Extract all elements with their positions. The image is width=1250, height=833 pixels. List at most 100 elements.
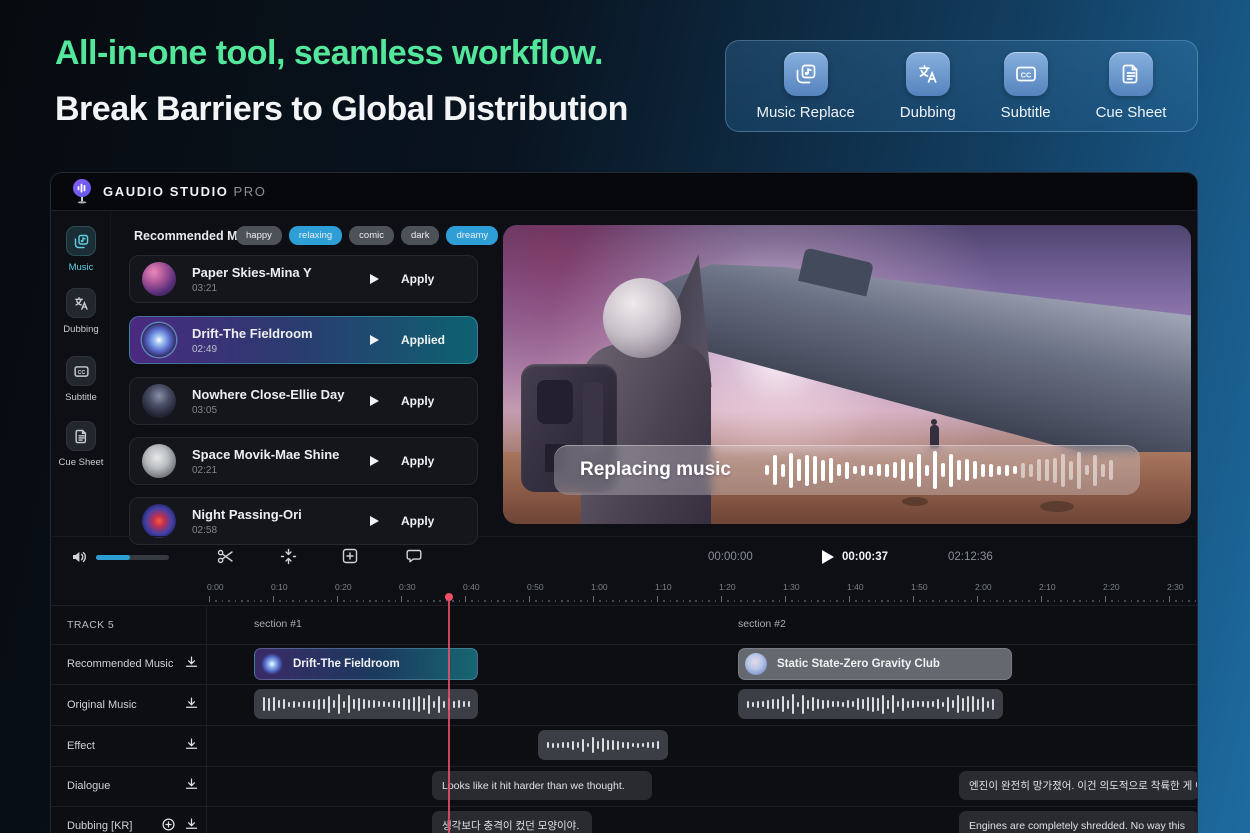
play-icon[interactable] xyxy=(370,396,379,406)
ruler-tick xyxy=(651,600,653,602)
clip-dubbing-1[interactable]: 생각보다 충격이 컸던 모양이야. xyxy=(432,811,592,833)
ruler-tick xyxy=(913,596,914,602)
sidebar-item-cue-sheet[interactable]: Cue Sheet xyxy=(51,421,111,468)
song-row[interactable]: Nowhere Close-Ellie Day 03:05 Apply xyxy=(129,377,478,425)
clip-dialogue-2[interactable]: 엔진이 완전히 망가졌어. 이건 의도적으로 착륙한 게 아 xyxy=(959,771,1198,800)
wave-bar xyxy=(288,702,290,707)
ruler-tick xyxy=(433,600,435,602)
wave-bar xyxy=(782,696,784,712)
sidebar-item-subtitle[interactable]: CC Subtitle xyxy=(51,356,111,403)
ruler-tick xyxy=(683,600,685,602)
ruler-tick xyxy=(823,600,825,602)
play-icon[interactable] xyxy=(370,516,379,526)
clip-original-music-1[interactable] xyxy=(254,689,478,719)
wave-bar xyxy=(957,460,961,480)
applied-button[interactable]: Applied xyxy=(401,333,453,347)
feature-dubbing[interactable]: Dubbing xyxy=(900,52,956,121)
download-icon[interactable] xyxy=(184,817,199,832)
wave-bar xyxy=(657,741,659,749)
feature-subtitle[interactable]: CC Subtitle xyxy=(1001,52,1051,121)
wave-bar xyxy=(932,701,934,707)
playhead-line xyxy=(448,598,450,833)
wave-bar xyxy=(343,701,345,708)
wave-bar xyxy=(837,464,841,476)
feature-cue-sheet[interactable]: Cue Sheet xyxy=(1096,52,1167,121)
cut-icon[interactable] xyxy=(216,547,235,566)
collapse-icon[interactable] xyxy=(279,547,298,566)
tag-happy[interactable]: happy xyxy=(236,226,282,245)
wave-bar xyxy=(607,740,609,750)
feature-music-replace[interactable]: Music Replace xyxy=(756,52,854,121)
song-row[interactable]: Space Movik-Mae Shine 02:21 Apply xyxy=(129,437,478,485)
wave-bar xyxy=(338,694,340,714)
ruler-tick-label: 0:10 xyxy=(271,582,288,592)
sidebar-label: Cue Sheet xyxy=(59,457,104,468)
wave-bar xyxy=(772,699,774,709)
apply-button[interactable]: Apply xyxy=(401,514,453,528)
clip-recommended-music-1[interactable]: Drift-The Fieldroom xyxy=(254,648,478,680)
track-header: TRACK 5 xyxy=(67,619,114,631)
speaker-icon[interactable] xyxy=(71,549,87,565)
timeline-ruler[interactable]: 0:000:100:200:300:400:501:001:101:201:30… xyxy=(51,577,1197,605)
ruler-tick xyxy=(331,600,333,602)
clip-original-music-2[interactable] xyxy=(738,689,1003,719)
wave-bar xyxy=(857,698,859,710)
sidebar-item-dubbing[interactable]: Dubbing xyxy=(51,288,111,335)
video-preview[interactable]: Replacing music xyxy=(503,225,1191,524)
ruler-tick xyxy=(311,600,313,602)
wave-bar xyxy=(293,701,295,708)
ruler-tick xyxy=(535,600,537,602)
download-icon[interactable] xyxy=(184,655,199,670)
ruler-tick xyxy=(1022,600,1024,602)
apply-button[interactable]: Apply xyxy=(401,272,453,286)
wave-bar xyxy=(817,699,819,709)
add-clip-icon[interactable] xyxy=(341,547,359,565)
ruler-tick xyxy=(817,600,819,602)
sidebar-item-music[interactable]: Music xyxy=(51,226,111,273)
wave-bar xyxy=(885,464,889,477)
wave-bar xyxy=(463,701,465,707)
wave-bar xyxy=(882,695,884,714)
add-track-icon[interactable] xyxy=(161,817,176,832)
play-icon[interactable] xyxy=(370,335,379,345)
apply-button[interactable]: Apply xyxy=(401,394,453,408)
volume-slider[interactable] xyxy=(96,555,169,560)
tag-dark[interactable]: dark xyxy=(401,226,439,245)
clip-dialogue-1[interactable]: Looks like it hit harder than we thought… xyxy=(432,771,652,800)
clip-effect[interactable] xyxy=(538,730,668,760)
download-icon[interactable] xyxy=(184,737,199,752)
clip-dubbing-2[interactable]: Engines are completely shredded. No way … xyxy=(959,811,1198,833)
time-current: 00:00:37 xyxy=(842,551,888,563)
play-button[interactable] xyxy=(822,550,834,564)
ruler-tick-label: 0:40 xyxy=(463,582,480,592)
playhead-handle[interactable] xyxy=(445,593,453,601)
ruler-tick xyxy=(241,600,243,602)
ruler-tick xyxy=(305,600,307,602)
feature-panel: Music Replace Dubbing CC Subtitle xyxy=(725,40,1198,132)
wave-bar xyxy=(323,699,325,709)
wave-bar xyxy=(992,699,994,710)
wave-bar xyxy=(413,697,415,711)
ruler-tick-label: 2:00 xyxy=(975,582,992,592)
download-icon[interactable] xyxy=(184,777,199,792)
tag-dreamy[interactable]: dreamy xyxy=(446,226,498,245)
song-row[interactable]: Paper Skies-Mina Y 03:21 Apply xyxy=(129,255,478,303)
hero-headline-main: Break Barriers to Global Distribution xyxy=(55,92,628,126)
tag-comic[interactable]: comic xyxy=(349,226,394,245)
play-icon[interactable] xyxy=(370,456,379,466)
ruler-tick-label: 2:30 xyxy=(1167,582,1184,592)
play-icon[interactable] xyxy=(370,274,379,284)
feature-label: Subtitle xyxy=(1001,104,1051,121)
comment-icon[interactable] xyxy=(405,547,423,565)
tag-relaxing[interactable]: relaxing xyxy=(289,226,342,245)
wave-bar xyxy=(822,700,824,709)
song-row-applied[interactable]: Drift-The Fieldroom 02:49 Applied xyxy=(129,316,478,364)
ruler-tick xyxy=(894,600,896,602)
app-window: GAUDIO STUDIOPRO Music xyxy=(50,172,1198,833)
clip-recommended-music-2[interactable]: Static State-Zero Gravity Club xyxy=(738,648,1012,680)
ruler-tick xyxy=(1188,600,1190,602)
apply-button[interactable]: Apply xyxy=(401,454,453,468)
download-icon[interactable] xyxy=(184,696,199,711)
ruler-tick xyxy=(772,600,774,602)
ruler-tick xyxy=(926,600,928,602)
